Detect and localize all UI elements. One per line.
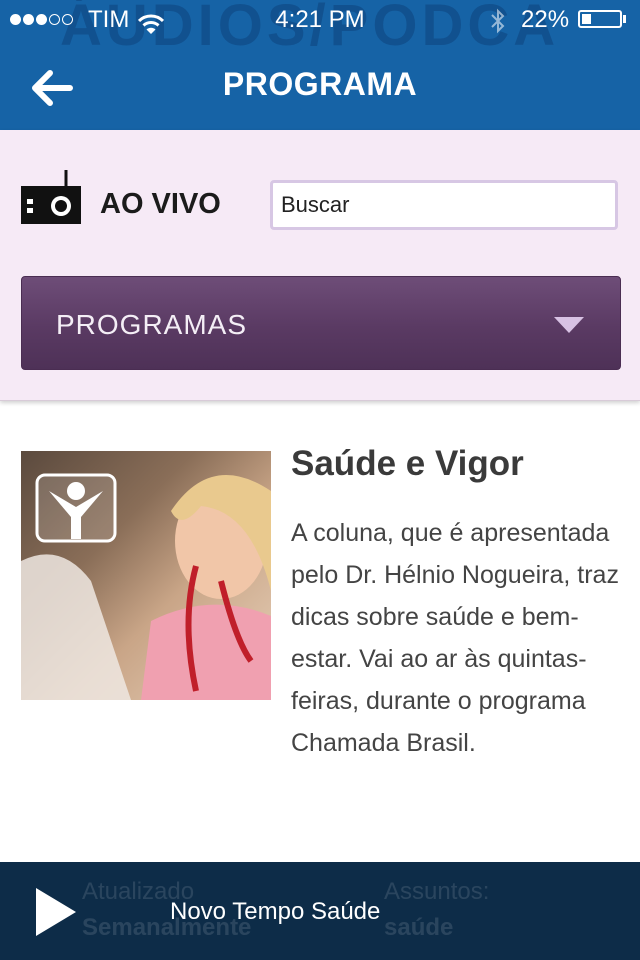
programs-dropdown[interactable]: PROGRAMAS — [21, 276, 621, 370]
programs-dropdown-label: PROGRAMAS — [56, 309, 248, 340]
program-thumbnail — [21, 451, 271, 700]
bluetooth-icon — [490, 7, 506, 47]
battery-percent: 22% — [521, 6, 570, 33]
app-header: ÁUDIOS/PODCA TIM 4:21 PM 22% PROGRAMA — [0, 0, 640, 130]
battery-icon — [578, 10, 622, 28]
radio-icon[interactable] — [20, 168, 82, 231]
toolbar-panel: AO VIVO PROGRAMAS — [0, 130, 640, 401]
page-title: PROGRAMA — [222, 66, 418, 102]
now-playing-title: Novo Tempo Saúde — [170, 898, 381, 925]
play-button[interactable] — [34, 886, 78, 943]
program-title: Saúde e Vigor — [291, 444, 524, 483]
status-bar: TIM 4:21 PM 22% — [0, 0, 640, 40]
audio-player-bar: Atualizado Semanalmente Assuntos: saúde … — [0, 862, 640, 960]
live-label[interactable]: AO VIVO — [100, 188, 221, 221]
play-icon — [36, 888, 76, 936]
chevron-down-icon — [554, 317, 584, 333]
subjects-label: Assuntos: — [384, 878, 490, 905]
subjects-value: saúde — [384, 914, 454, 941]
program-description: A coluna, que é apresentada pelo Dr. Hél… — [291, 519, 619, 757]
search-input[interactable] — [270, 180, 618, 230]
